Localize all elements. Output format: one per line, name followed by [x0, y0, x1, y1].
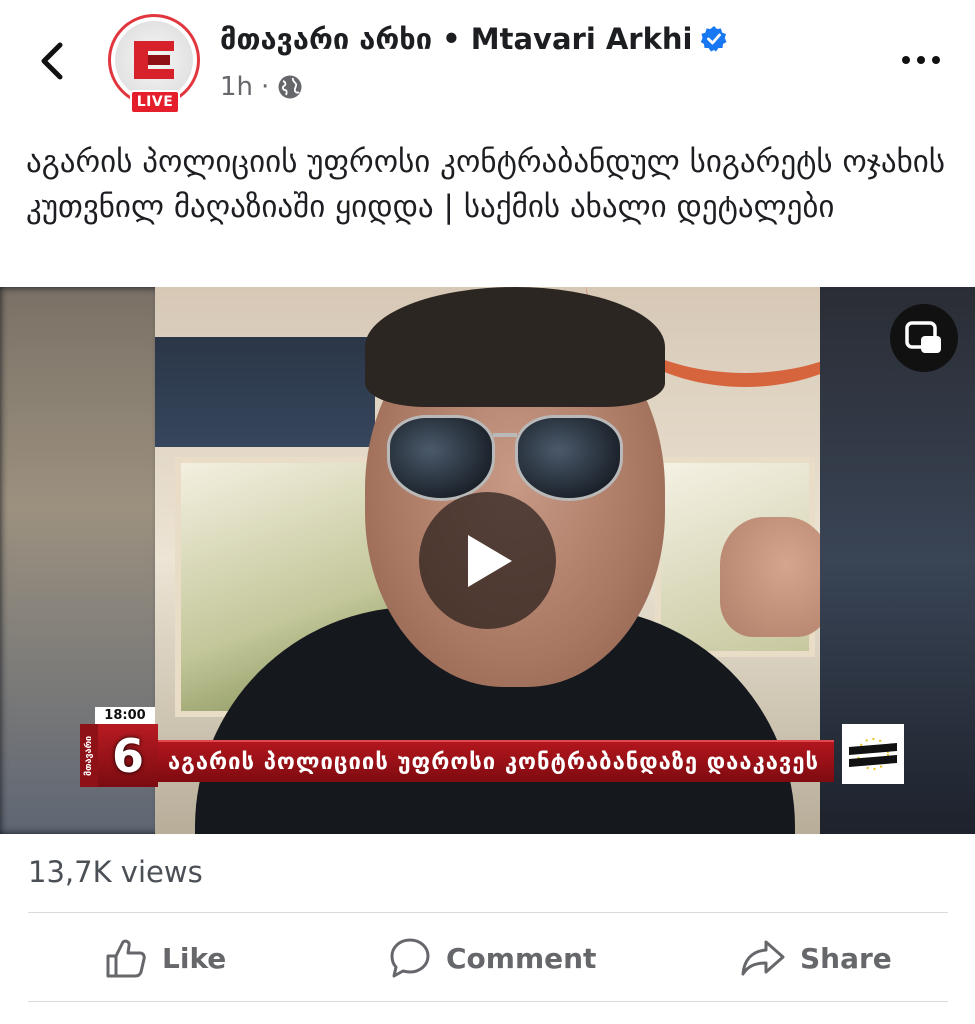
sunglasses-bridge	[493, 433, 517, 437]
back-button[interactable]	[28, 36, 78, 86]
share-button[interactable]: Share	[740, 935, 892, 981]
views-count[interactable]: 13,7K views	[28, 855, 203, 889]
picture-in-picture-icon	[905, 321, 941, 353]
comment-bubble-icon	[390, 938, 430, 978]
live-badge: LIVE	[130, 90, 180, 114]
like-button[interactable]: Like	[104, 935, 226, 981]
like-label: Like	[162, 941, 227, 975]
action-bar: Like Comment Share	[28, 913, 948, 1001]
share-label: Share	[800, 941, 892, 975]
channel-logo-icon	[134, 41, 174, 79]
picture-in-picture-button[interactable]	[890, 304, 958, 372]
page-avatar[interactable]: LIVE	[108, 14, 202, 114]
meta-separator: ·	[261, 72, 270, 102]
sunglasses-lens	[387, 415, 495, 501]
ticker-channel-logo: მთავარი 6	[80, 724, 158, 787]
person-hair	[365, 287, 665, 407]
ticker-channel-number: 6	[111, 728, 144, 783]
more-options-button[interactable]	[896, 40, 946, 80]
page-name-text[interactable]: მთავარი არხი • Mtavari Arkhi	[220, 22, 692, 56]
post-caption: აგარის პოლიციის უფროსი კონტრაბანდულ სიგა…	[26, 144, 946, 225]
comment-button[interactable]: Comment	[388, 935, 596, 981]
comment-label: Comment	[446, 941, 597, 975]
share-arrow-icon	[741, 940, 785, 976]
play-button[interactable]	[419, 492, 556, 629]
ticker-time: 18:00	[95, 707, 155, 724]
more-icon	[902, 56, 940, 64]
page-name[interactable]: მთავარი არხი • Mtavari Arkhi	[220, 22, 728, 56]
channel-logo	[115, 21, 193, 99]
ticker-channel-name: მთავარი	[80, 724, 98, 787]
post-time[interactable]: 1h	[220, 72, 253, 102]
post-meta: 1h ·	[220, 72, 303, 102]
play-icon	[467, 534, 512, 587]
globe-icon	[278, 75, 302, 99]
post-header: LIVE მთავარი არხი • Mtavari Arkhi 1h ·	[0, 0, 975, 130]
thumbs-up-icon	[106, 939, 146, 978]
person-hand	[720, 517, 820, 637]
news-ticker: 18:00 მთავარი 6 აგარის პოლიციის უფროსი კ…	[80, 707, 915, 787]
sunglasses-lens	[515, 415, 623, 501]
chevron-left-icon	[41, 42, 63, 80]
ticker-headline: აგარის პოლიციის უფროსი კონტრაბანდაზე დაა…	[158, 740, 834, 782]
divider	[28, 1001, 948, 1002]
video-player[interactable]: 18:00 მთავარი 6 აგარის პოლიციის უფროსი კ…	[0, 287, 975, 834]
background-wall	[155, 337, 375, 447]
eu-flag-icon	[842, 724, 904, 784]
verified-badge-icon	[700, 25, 728, 53]
